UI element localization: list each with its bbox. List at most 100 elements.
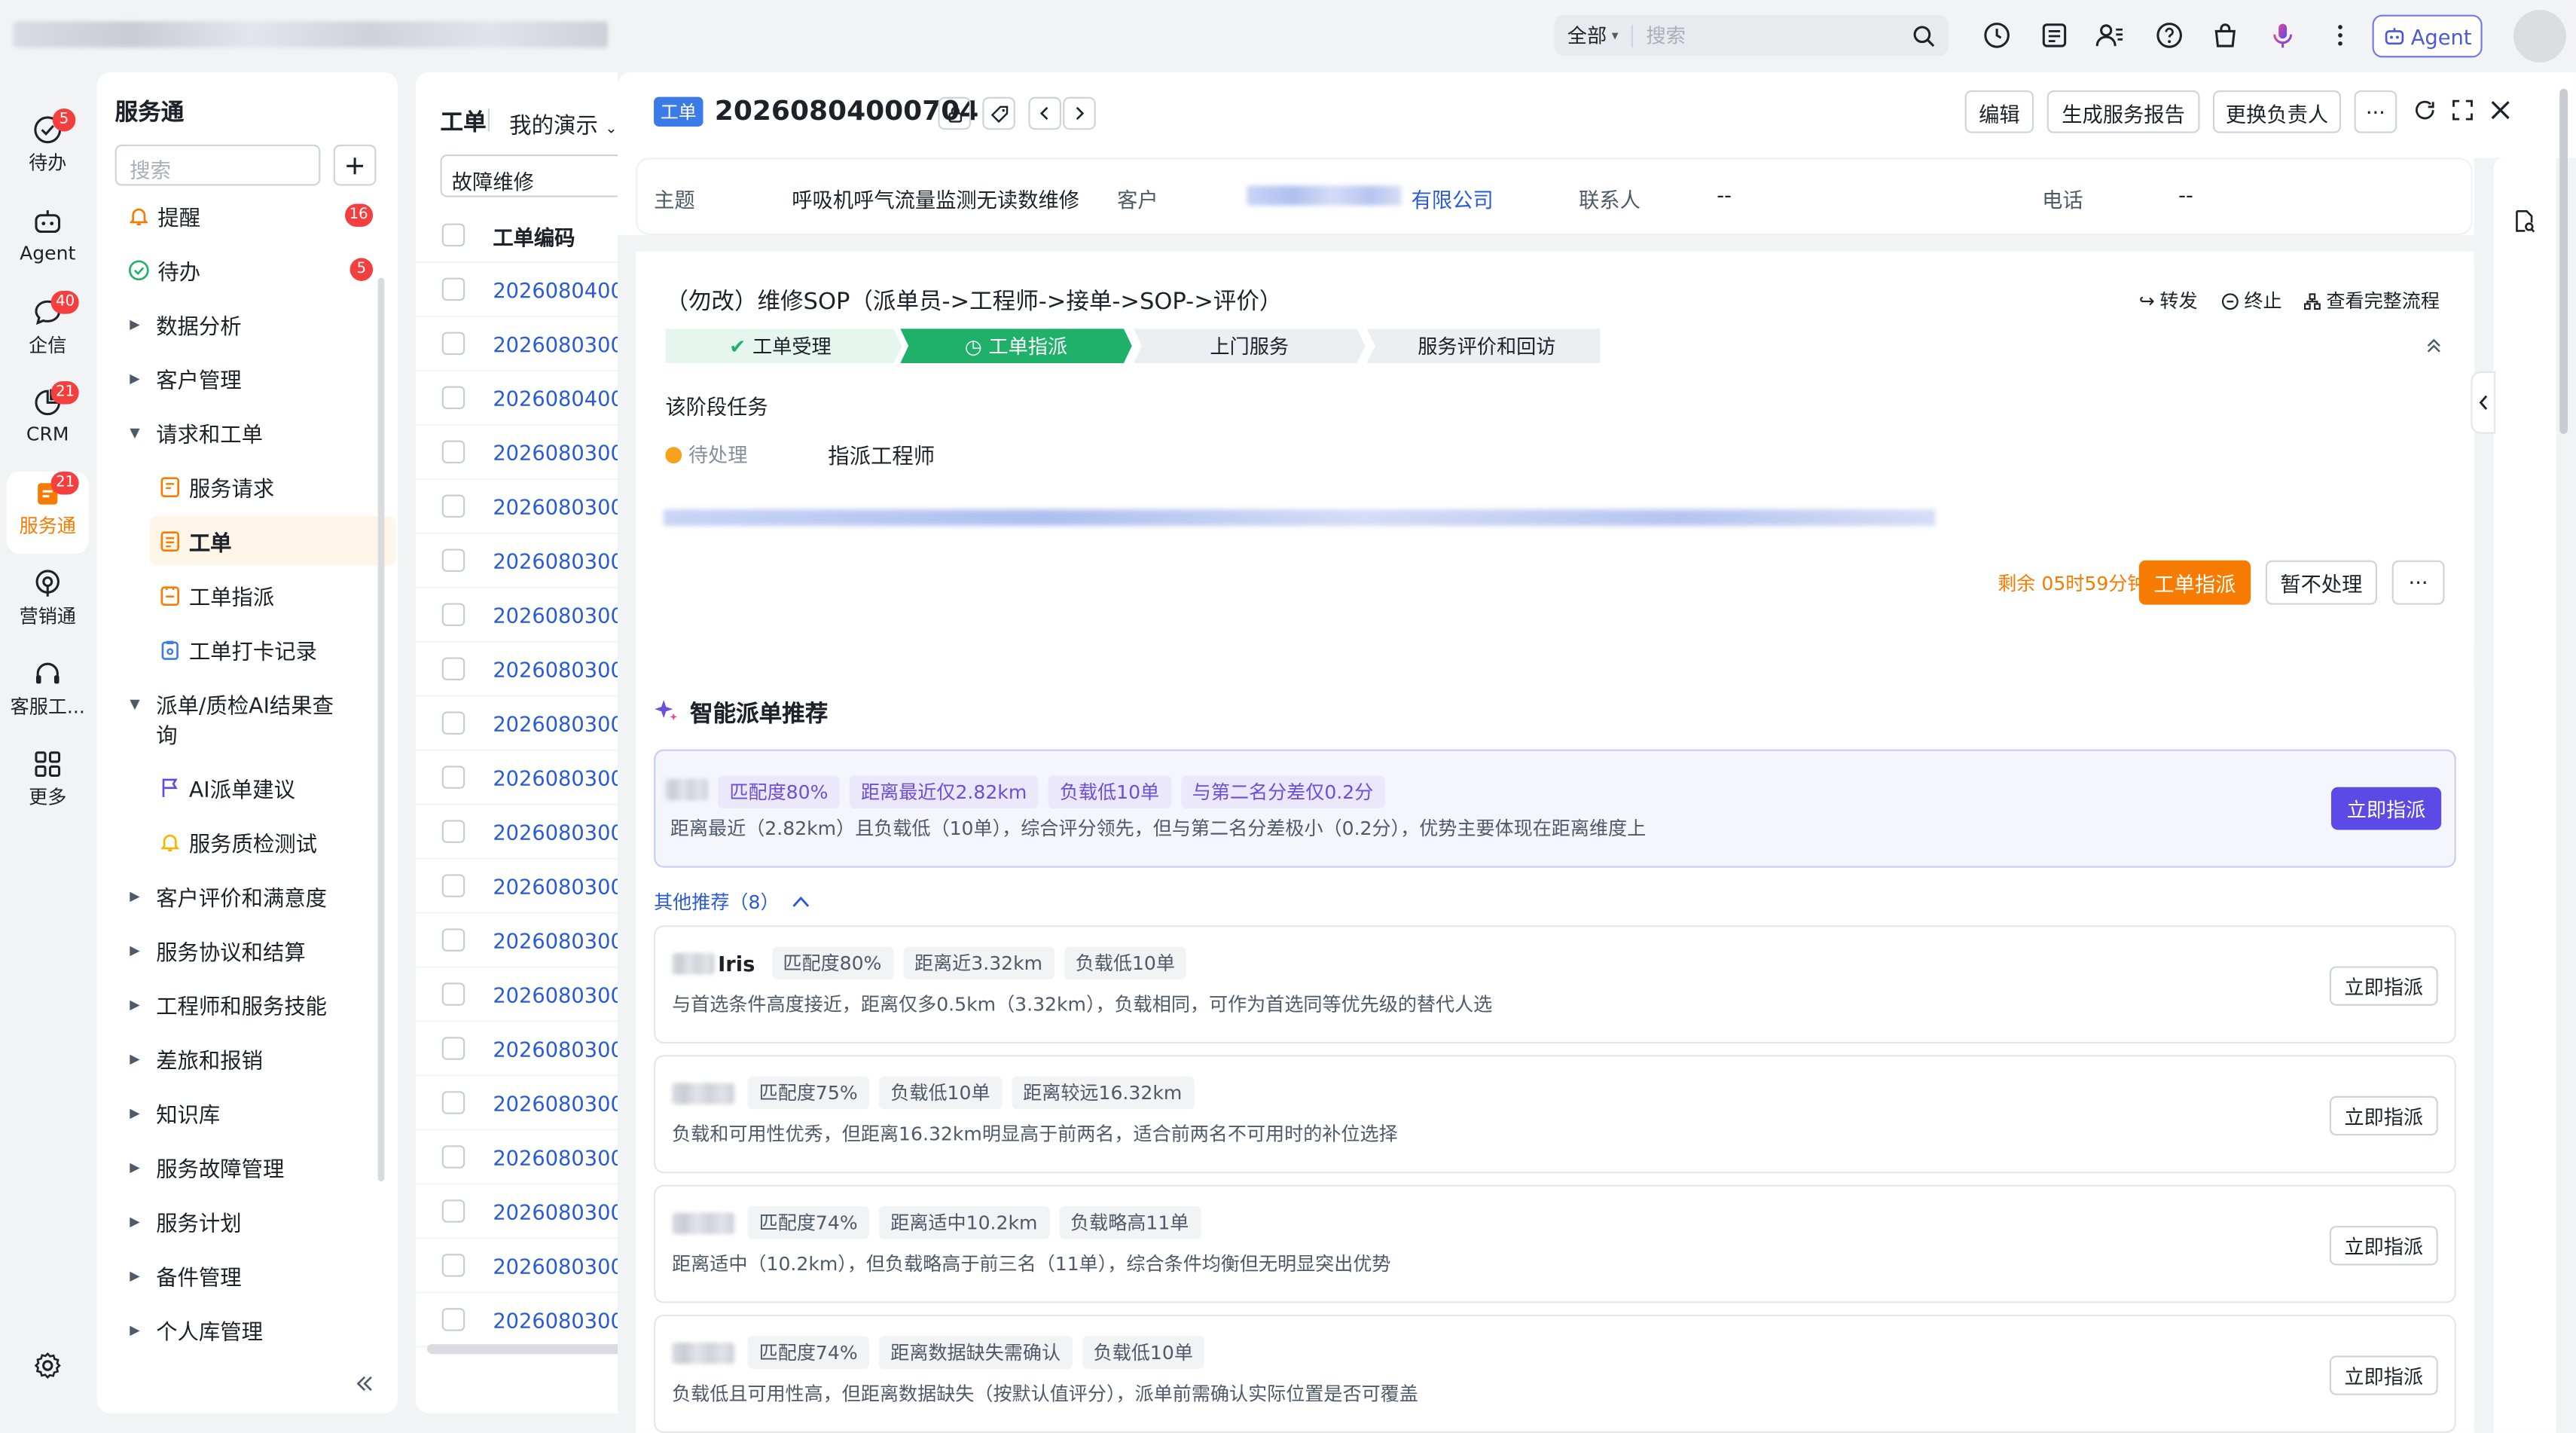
sidebar-item-customer-satisfaction[interactable]: ▶ 客户评价和满意度 [97, 871, 398, 920]
sidebar-item-data-analysis[interactable]: ▶ 数据分析 [97, 299, 398, 348]
tag-icon[interactable] [982, 96, 1015, 130]
row-checkbox[interactable] [441, 440, 465, 464]
row-checkbox[interactable] [441, 1091, 465, 1114]
order-code-link[interactable]: 20260804000 [493, 385, 629, 410]
stage-accept[interactable]: ✔ 工单受理 [665, 328, 895, 363]
sidebar-scrollbar[interactable] [377, 277, 385, 1182]
sidebar-item-travel-expense[interactable]: ▶ 差旅和报销 [97, 1034, 398, 1083]
sidebar-item-fault-management[interactable]: ▶ 服务故障管理 [97, 1142, 398, 1191]
refresh-icon[interactable] [2413, 99, 2437, 122]
table-row[interactable]: 20260804000 [415, 371, 630, 426]
terminate-button[interactable]: 终止 [2221, 288, 2282, 314]
table-row[interactable]: 20260803000 [415, 534, 630, 588]
table-row[interactable]: 20260803000 [415, 426, 630, 480]
rail-item-agent[interactable]: Agent [0, 207, 96, 264]
customer-link[interactable]: 有限公司 [1412, 182, 1494, 213]
order-code-link[interactable]: 20260803000 [493, 493, 629, 518]
row-checkbox[interactable] [441, 928, 465, 952]
table-row[interactable]: 20260803000 [415, 860, 630, 914]
sidebar-item-customer-management[interactable]: ▶ 客户管理 [97, 353, 398, 402]
table-row[interactable]: 20260804000704 [415, 263, 630, 317]
sidebar-item-order-assign[interactable]: 工单指派 [97, 570, 398, 619]
table-row[interactable]: 20260803000 [415, 1185, 630, 1239]
stage-assign[interactable]: ◷ 工单指派 [905, 328, 1127, 363]
sidebar-item-personal-library[interactable]: ▶ 个人库管理 [97, 1305, 398, 1354]
order-code-link[interactable]: 20260803000 [493, 927, 629, 952]
close-icon[interactable] [2489, 99, 2512, 122]
assign-now-button[interactable]: 立即指派 [2329, 966, 2438, 1006]
sidebar-item-checkin-record[interactable]: 工单打卡记录 [97, 625, 398, 674]
order-code-link[interactable]: 20260803000 [493, 819, 629, 844]
table-row[interactable]: 20260803000 [415, 968, 630, 1022]
sidebar-item-ai-dispatch-suggestion[interactable]: AI派单建议 [97, 762, 398, 811]
mic-icon[interactable] [2266, 18, 2299, 51]
sidebar-item-service-request[interactable]: 服务请求 [97, 462, 398, 511]
lock-icon[interactable] [938, 96, 972, 130]
bag-icon[interactable] [2208, 18, 2241, 51]
rail-item-todo[interactable]: 待办 5 [0, 108, 96, 176]
task-more-button[interactable]: ··· [2391, 560, 2445, 605]
sidebar-item-reminder[interactable]: 提醒 16 [97, 191, 398, 240]
change-owner-button[interactable]: 更换负责人 [2212, 90, 2342, 133]
order-code-link[interactable]: 20260803000 [493, 439, 629, 464]
expand-icon[interactable] [2451, 99, 2474, 122]
sidebar-item-requests-and-orders[interactable]: ▼ 请求和工单 [97, 408, 398, 457]
page-scrollbar[interactable] [2559, 88, 2568, 434]
table-row[interactable]: 20260803000 [415, 697, 630, 751]
table-row[interactable]: 20260803000 [415, 643, 630, 697]
row-checkbox[interactable] [441, 711, 465, 735]
assign-now-button[interactable]: 立即指派 [2329, 1095, 2438, 1136]
edit-button[interactable]: 编辑 [1964, 90, 2034, 133]
order-code-link[interactable]: 20260803000 [493, 1253, 629, 1278]
view-full-flow-button[interactable]: 查看完整流程 [2303, 288, 2440, 314]
notes-icon[interactable] [2037, 18, 2071, 51]
order-code-link[interactable]: 20260803000 [493, 1144, 629, 1169]
avatar[interactable] [2513, 10, 2566, 63]
agent-button[interactable]: Agent [2372, 14, 2483, 58]
add-button[interactable] [333, 144, 377, 186]
rail-item-customer-service[interactable]: 客服工... [0, 659, 96, 720]
sidebar-item-spare-parts[interactable]: ▶ 备件管理 [97, 1251, 398, 1300]
table-row[interactable]: 20260803000 [415, 1294, 630, 1348]
order-code-link[interactable]: 20260803000 [493, 1036, 629, 1061]
sidebar-item-todo[interactable]: 待办 5 [97, 245, 398, 294]
table-row[interactable]: 20260803000 [415, 805, 630, 860]
document-search-icon[interactable] [2512, 209, 2537, 234]
order-code-link[interactable]: 20260803000 [493, 602, 629, 627]
row-checkbox[interactable] [441, 548, 465, 573]
row-checkbox[interactable] [441, 1254, 465, 1277]
order-code-link[interactable]: 20260803000 [493, 548, 629, 573]
table-row[interactable]: 20260803000 [415, 1022, 630, 1077]
assign-now-button[interactable]: 立即指派 [2330, 787, 2442, 830]
row-checkbox[interactable] [441, 765, 465, 789]
collapse-double-left-icon[interactable] [355, 1373, 374, 1393]
row-checkbox[interactable] [441, 277, 465, 301]
stage-review[interactable]: 服务评价和回访 [1372, 328, 1601, 363]
row-checkbox[interactable] [441, 332, 465, 356]
filter-select[interactable]: 故障维修 [440, 154, 630, 197]
assign-order-button[interactable]: 工单指派 [2138, 560, 2251, 605]
collapse-up-icon[interactable] [2425, 337, 2443, 355]
sidebar-item-agreements[interactable]: ▶ 服务协议和结算 [97, 925, 398, 974]
order-code-link[interactable]: 20260803000 [493, 873, 629, 898]
row-checkbox[interactable] [441, 1199, 465, 1223]
table-row[interactable]: 20260803000 [415, 588, 630, 643]
list-hscrollbar[interactable] [427, 1344, 630, 1355]
table-row[interactable]: 20260803000 [415, 914, 630, 968]
order-code-link[interactable]: 20260803000 [493, 1199, 629, 1224]
sidebar-item-knowledge-base[interactable]: ▶ 知识库 [97, 1088, 398, 1137]
rail-item-service[interactable]: 服务通 21 [0, 471, 96, 539]
sidebar-item-work-order[interactable]: 工单 [149, 515, 396, 566]
search-input[interactable]: 搜索 [1633, 21, 1912, 49]
other-recommendations-toggle[interactable]: 其他推荐（8） [654, 889, 810, 915]
order-code-link[interactable]: 20260803000 [493, 331, 629, 356]
help-icon[interactable] [2152, 18, 2185, 51]
prev-icon[interactable] [1028, 96, 1061, 130]
sidebar-search-input[interactable]: 搜索 [114, 144, 321, 186]
order-code-link[interactable]: 20260803000 [493, 982, 629, 1007]
forward-button[interactable]: ↪ 转发 [2139, 288, 2198, 314]
assign-now-button[interactable]: 立即指派 [2329, 1355, 2438, 1395]
stage-onsite[interactable]: 上门服务 [1139, 328, 1360, 363]
view-selector[interactable]: 我的演示 ⌄ [509, 107, 618, 139]
table-row[interactable]: 20260803000 [415, 480, 630, 534]
